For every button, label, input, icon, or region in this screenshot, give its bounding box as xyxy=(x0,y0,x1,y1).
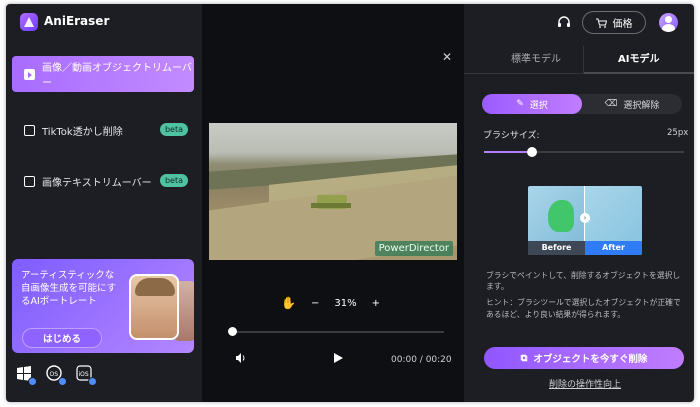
price-button-label: 価格 xyxy=(612,19,633,30)
headset-icon[interactable] xyxy=(556,15,572,31)
brush-size-value: 25px xyxy=(667,128,689,138)
volume-icon[interactable] xyxy=(235,352,247,364)
playback-progress[interactable] xyxy=(228,327,444,336)
portrait-image xyxy=(129,274,179,340)
beta-badge: beta xyxy=(159,123,188,136)
zoom-controls: ✋ − 31% + xyxy=(281,296,380,310)
beta-badge: beta xyxy=(159,174,188,187)
close-icon[interactable]: ✕ xyxy=(442,50,452,64)
tab-standard-model[interactable]: 標準モデル xyxy=(511,50,561,65)
svg-text:iOS: iOS xyxy=(79,371,89,378)
mac-icon[interactable]: OS xyxy=(46,365,67,386)
cart-icon xyxy=(595,18,607,28)
video-preview[interactable]: PowerDirector xyxy=(209,123,457,260)
tab-ai-model[interactable]: AIモデル xyxy=(618,50,659,65)
ios-icon[interactable]: iOS xyxy=(76,365,97,386)
tip-hint: ヒント：ブラシツールで選択したオブジェクトが正確であるほど、より良い結果が得られ… xyxy=(486,298,681,319)
start-button[interactable]: はじめる xyxy=(22,328,102,348)
tab-divider xyxy=(583,46,584,74)
sidebar-item-tiktok-watermark[interactable]: TikTok透かし削除 beta xyxy=(12,112,194,148)
image-text-icon xyxy=(24,175,35,187)
remove-icon: ⧉ xyxy=(520,352,528,364)
after-label: After xyxy=(585,241,642,255)
remove-object-button[interactable]: ⧉ オブジェクトを今すぐ削除 xyxy=(484,347,684,369)
before-label: Before xyxy=(528,241,585,255)
time-readout: 00:00 / 00:20 xyxy=(391,355,452,365)
sidebar: 画像／動画オブジェクトリムーバー TikTok透かし削除 beta 画像テキスト… xyxy=(6,41,202,402)
app-window: AniEraser 価格 画像／動画オブジェクトリムーバー TikTok透かし削… xyxy=(6,4,694,402)
promo-text: アーティスティックな自画像生成を可能にするAIポートレート xyxy=(21,270,117,307)
sidebar-item-label: 画像／動画オブジェクトリムーバー xyxy=(42,63,192,89)
select-mode-label: 選択 xyxy=(529,100,548,111)
slider-knob[interactable] xyxy=(527,147,537,157)
user-avatar[interactable] xyxy=(659,13,678,32)
before-after-preview: › Before After xyxy=(528,186,642,255)
progress-knob[interactable] xyxy=(228,327,237,336)
paint-hint: ブラシでペイントして、削除するオブジェクトを選択します。 xyxy=(486,271,681,291)
platform-icons: OS iOS xyxy=(16,365,97,386)
select-mode-button[interactable]: ✎ 選択 xyxy=(482,94,582,114)
watermark-text: PowerDirector xyxy=(374,241,453,256)
brush-size-slider[interactable] xyxy=(484,147,684,157)
app-logo-icon xyxy=(20,13,38,31)
tab-active-underline xyxy=(584,72,694,74)
zoom-out-button[interactable]: − xyxy=(311,298,319,309)
sidebar-item-label: 画像テキストリムーバー xyxy=(42,177,152,189)
deselect-mode-label: 選択解除 xyxy=(623,100,660,111)
remove-object-label: オブジェクトを今すぐ削除 xyxy=(533,354,648,365)
brush-size-label: ブラシサイズ: xyxy=(483,131,540,141)
tiktok-icon xyxy=(24,124,35,136)
slider-fill xyxy=(484,151,532,153)
play-icon xyxy=(24,68,35,80)
zoom-in-button[interactable]: + xyxy=(372,298,380,309)
harvester-object xyxy=(311,195,351,209)
settings-panel: 標準モデル AIモデル ✎ 選択 ⌫ 選択解除 ブラシサイズ: 25px › B… xyxy=(464,41,694,402)
compare-handle-icon: › xyxy=(580,213,590,223)
eraser-icon: ⌫ xyxy=(604,99,618,109)
zoom-level: 31% xyxy=(334,297,357,309)
sidebar-item-text-remover[interactable]: 画像テキストリムーバー beta xyxy=(12,163,194,199)
deselect-mode-button[interactable]: ⌫ 選択解除 xyxy=(582,94,682,114)
price-button[interactable]: 価格 xyxy=(582,11,646,34)
app-title: AniEraser xyxy=(44,14,110,28)
ai-portrait-promo[interactable]: アーティスティックな自画像生成を可能にするAIポートレート はじめる xyxy=(12,259,194,353)
sidebar-item-object-remover[interactable]: 画像／動画オブジェクトリムーバー xyxy=(12,56,194,92)
mode-toggle: ✎ 選択 ⌫ 選択解除 xyxy=(482,94,682,114)
windows-icon[interactable] xyxy=(16,365,37,386)
play-button[interactable] xyxy=(334,353,343,363)
sidebar-item-label: TikTok透かし削除 xyxy=(42,126,123,138)
removal-guide-link[interactable]: 削除の操作性向上 xyxy=(549,377,621,390)
brush-icon: ✎ xyxy=(516,99,524,109)
svg-text:OS: OS xyxy=(50,371,59,378)
hand-icon[interactable]: ✋ xyxy=(281,296,296,310)
